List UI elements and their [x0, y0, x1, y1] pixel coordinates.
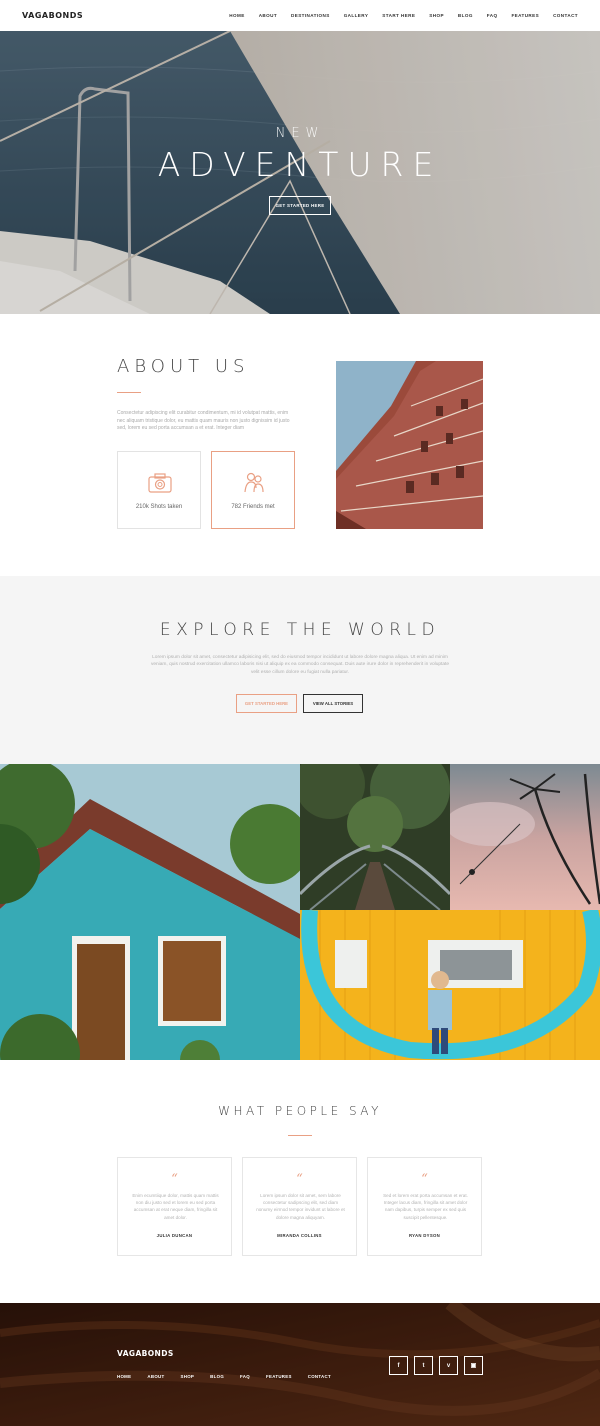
- stat-shots-label: 210k Shots taken: [135, 504, 183, 510]
- hero-title: ADVENTURE: [157, 145, 443, 184]
- photo-gallery: [0, 764, 600, 1060]
- about-building-photo: [336, 361, 483, 529]
- about-title: ABOUT US: [117, 356, 250, 377]
- traveler-image: [300, 910, 600, 1060]
- quote-icon: “: [421, 1172, 428, 1187]
- bridge-image: [300, 764, 450, 910]
- testimonial-card: “ Sed et lorem erat porta accumsan et er…: [367, 1157, 482, 1256]
- testimonial-text: Lorem ipsum dolor sit amet, sem labore c…: [256, 1193, 345, 1220]
- nav-item-gallery[interactable]: GALLERY: [344, 13, 369, 18]
- about-text: Consectetur adipiscing elit curabitur co…: [117, 410, 290, 431]
- main-menu: HOME ABOUT DESTINATIONS GALLERY START HE…: [229, 13, 578, 18]
- view-all-stories-button[interactable]: VIEW ALL STORIES: [303, 694, 363, 713]
- house-image: [0, 764, 300, 1060]
- stat-friends-label: 782 Friends met: [231, 504, 275, 510]
- brand-logo[interactable]: VAGABONDS: [22, 11, 83, 20]
- testimonial-card: “ Lorem ipsum dolor sit amet, sem labore…: [242, 1157, 357, 1256]
- footer: VAGABONDS HOME ABOUT SHOP BLOG FAQ FEATU…: [0, 1303, 600, 1426]
- gallery-photo-house[interactable]: [0, 764, 300, 1060]
- quote-icon: “: [296, 1172, 303, 1187]
- footer-brand[interactable]: VAGABONDS: [117, 1349, 174, 1358]
- nav-item-contact[interactable]: CONTACT: [553, 13, 578, 18]
- gallery-photo-traveler[interactable]: [300, 910, 600, 1060]
- testimonial-author: MIRANDA COLLINS: [277, 1233, 322, 1238]
- explore-title: EXPLORE THE WORLD: [159, 620, 441, 640]
- nav-item-blog[interactable]: BLOG: [458, 13, 473, 18]
- about-accent-line: [117, 392, 141, 393]
- testimonial-author: RYAN DYSON: [408, 1233, 441, 1238]
- footer-canyon-image: [0, 1303, 600, 1426]
- hero-subtitle: NEW: [275, 126, 325, 141]
- footer-item-about[interactable]: ABOUT: [147, 1374, 164, 1379]
- nav-item-start-here[interactable]: START HERE: [382, 13, 415, 18]
- testimonial-card: “ Enim ecumtiique dolor, mattis quam mat…: [117, 1157, 232, 1256]
- get-started-button[interactable]: GET STARTED HERE: [236, 694, 297, 713]
- hero-cta-button[interactable]: GET STARTED HERE: [269, 196, 331, 215]
- footer-item-contact[interactable]: CONTACT: [308, 1374, 331, 1379]
- nav-item-faq[interactable]: FAQ: [487, 13, 498, 18]
- vimeo-icon[interactable]: v: [439, 1356, 458, 1375]
- top-nav: VAGABONDS HOME ABOUT DESTINATIONS GALLER…: [0, 0, 600, 31]
- nav-item-destinations[interactable]: DESTINATIONS: [291, 13, 330, 18]
- twitter-icon[interactable]: t: [414, 1356, 433, 1375]
- testimonial-author: JULIA DUNCAN: [156, 1233, 193, 1238]
- explore-section: EXPLORE THE WORLD Lorem ipsum dolor sit …: [0, 576, 600, 764]
- nav-item-about[interactable]: ABOUT: [259, 13, 277, 18]
- testimonials-title: WHAT PEOPLE SAY: [218, 1104, 382, 1118]
- hero-section: NEW ADVENTURE GET STARTED HERE: [0, 31, 600, 314]
- nav-item-home[interactable]: HOME: [229, 13, 244, 18]
- testimonials-accent-line: [288, 1135, 312, 1136]
- footer-item-home[interactable]: HOME: [117, 1374, 131, 1379]
- footer-item-shop[interactable]: SHOP: [181, 1374, 195, 1379]
- footer-item-faq[interactable]: FAQ: [240, 1374, 250, 1379]
- testimonial-text: Sed et lorem erat porta accumsan et erat…: [383, 1193, 468, 1220]
- friends-icon: [244, 472, 264, 493]
- footer-menu: HOME ABOUT SHOP BLOG FAQ FEATURES CONTAC…: [117, 1374, 331, 1379]
- gallery-photo-palms[interactable]: [450, 764, 600, 910]
- building-image: [336, 361, 483, 529]
- instagram-icon[interactable]: ▣: [464, 1356, 483, 1375]
- palms-image: [450, 764, 600, 910]
- nav-item-shop[interactable]: SHOP: [429, 13, 444, 18]
- nav-item-features[interactable]: FEATURES: [511, 13, 539, 18]
- stat-shots-card: 210k Shots taken: [117, 451, 201, 529]
- testimonial-text: Enim ecumtiique dolor, mattis quam matti…: [132, 1193, 219, 1220]
- gallery-photo-bridge[interactable]: [300, 764, 450, 910]
- quote-icon: “: [171, 1172, 178, 1187]
- footer-item-blog[interactable]: BLOG: [210, 1374, 224, 1379]
- facebook-icon[interactable]: f: [389, 1356, 408, 1375]
- footer-item-features[interactable]: FEATURES: [266, 1374, 292, 1379]
- camera-icon: [148, 473, 172, 493]
- stat-friends-card: 782 Friends met: [211, 451, 295, 529]
- explore-text: Lorem ipsum dolor sit amet, consectetur …: [150, 655, 450, 675]
